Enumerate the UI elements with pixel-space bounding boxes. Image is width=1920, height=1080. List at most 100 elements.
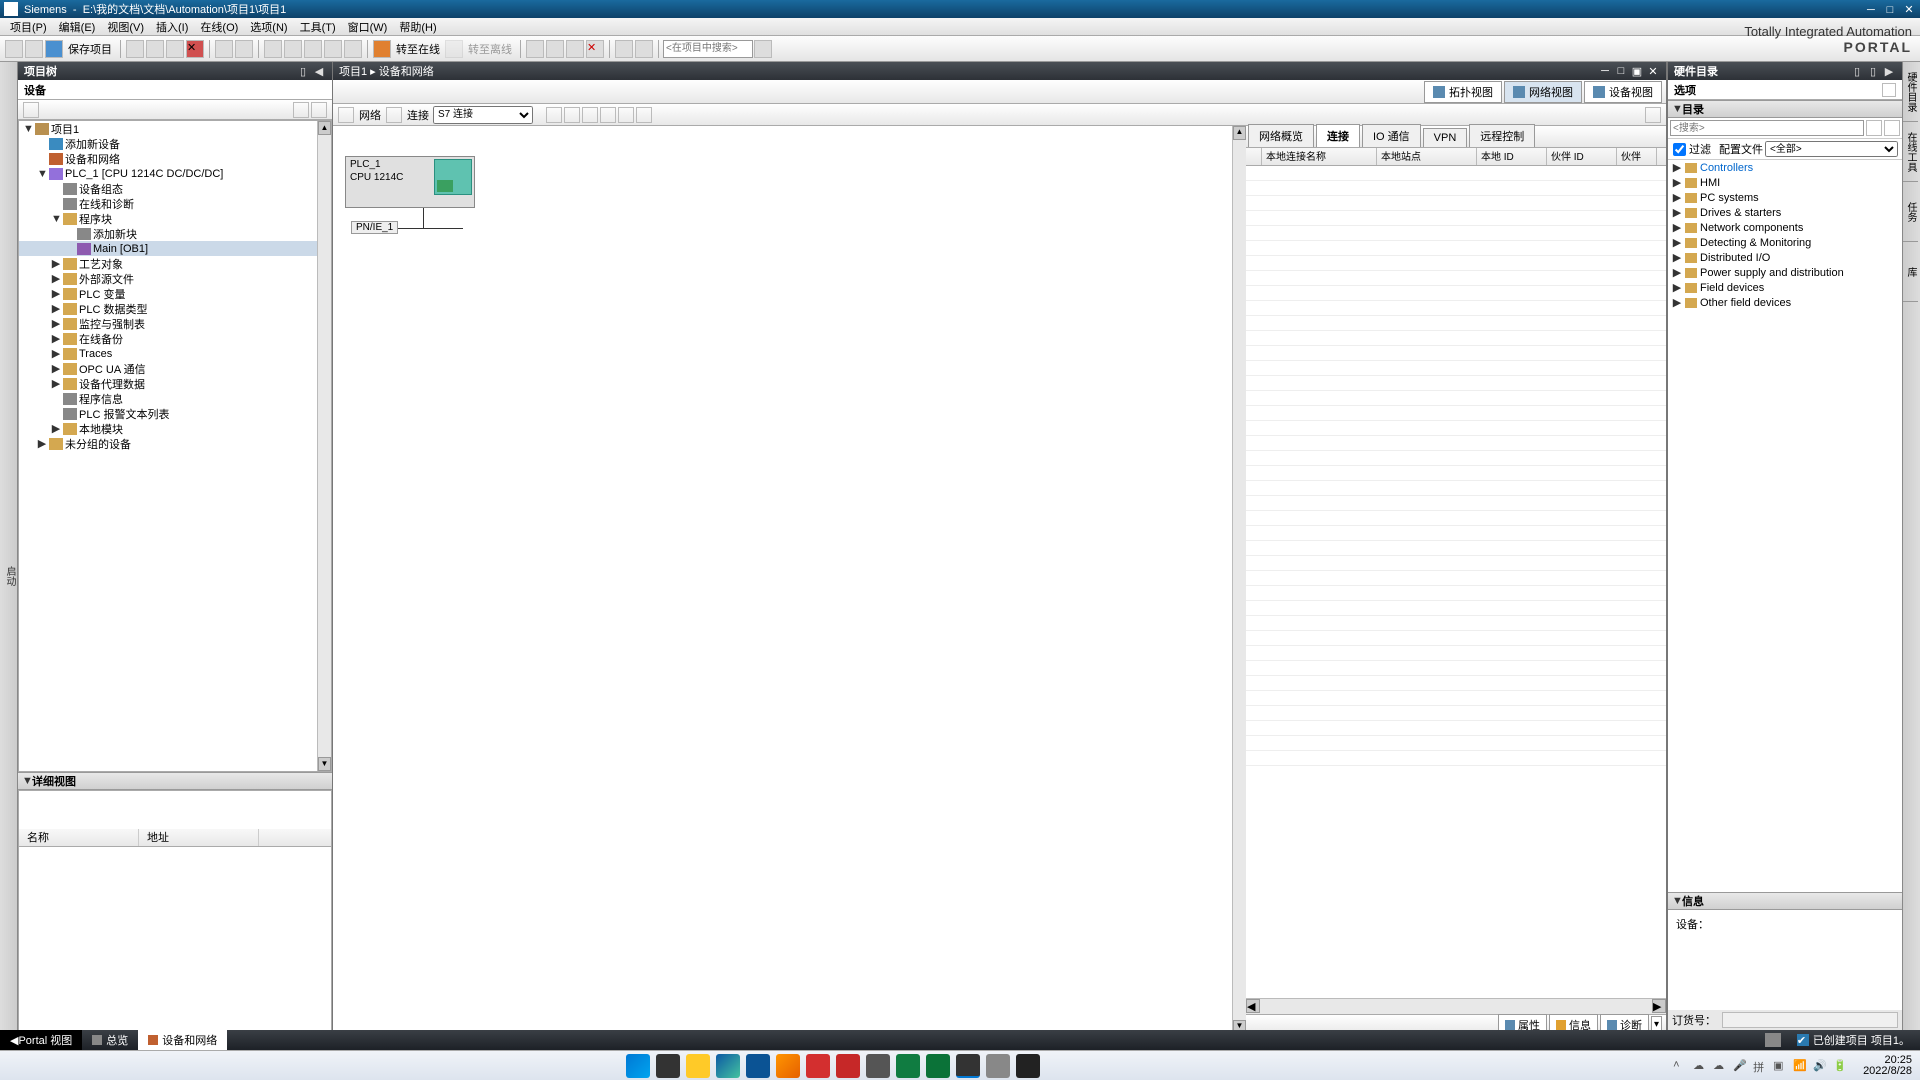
search-go-icon[interactable] (754, 40, 772, 58)
plc-port[interactable] (434, 159, 472, 195)
conn-scroll-right[interactable]: ▶ (1652, 999, 1666, 1013)
tab-vpn[interactable]: VPN (1423, 128, 1468, 147)
tray-mic-icon[interactable]: 🎤 (1733, 1059, 1747, 1073)
info-toggle-icon[interactable]: ▼ (1672, 895, 1682, 907)
new-project-icon[interactable] (5, 40, 23, 58)
split-v-icon[interactable] (635, 40, 653, 58)
edge-tab-hw[interactable]: 硬件目录 (1903, 62, 1918, 122)
taskbar-clock[interactable]: 20:25 2022/8/28 (1855, 1055, 1920, 1077)
save-project-button[interactable]: 保存项目 (64, 41, 116, 57)
start-sim-icon[interactable] (324, 40, 342, 58)
pdf-icon[interactable] (836, 1054, 860, 1078)
conn-col-name[interactable]: 本地连接名称 (1262, 148, 1377, 165)
delete-icon[interactable]: ✕ (186, 40, 204, 58)
project-search-input[interactable] (663, 40, 753, 58)
portal-view-button[interactable]: ◀ Portal 视图 (0, 1030, 82, 1050)
go-online-icon[interactable] (373, 40, 391, 58)
go-online-button[interactable]: 转至在线 (392, 41, 444, 57)
maximize-button[interactable]: □ (1883, 4, 1897, 16)
detail-toggle-icon[interactable]: ▼ (22, 775, 32, 787)
menu-online[interactable]: 在线(O) (194, 19, 244, 35)
net-btn-icon[interactable] (338, 107, 354, 123)
editor-max-icon[interactable]: □ (1614, 65, 1628, 77)
paste-icon[interactable] (166, 40, 184, 58)
plc-device-box[interactable]: PLC_1 CPU 1214C (345, 156, 475, 208)
ctb-icon-2[interactable] (564, 107, 580, 123)
copy-icon[interactable] (146, 40, 164, 58)
close-button[interactable]: ✕ (1902, 3, 1916, 15)
tia-icon[interactable] (956, 1054, 980, 1078)
project-tree[interactable]: ▼项目1 添加新设备 设备和网络 ▼PLC_1 [CPU 1214C DC/DC… (18, 120, 332, 772)
cat-search-btn1-icon[interactable] (1866, 120, 1882, 136)
detail-col-name[interactable]: 名称 (19, 829, 139, 846)
view-device[interactable]: 设备视图 (1584, 81, 1662, 103)
wps-icon[interactable] (806, 1054, 830, 1078)
menu-project[interactable]: 项目(P) (4, 19, 53, 35)
opt-btn-icon[interactable] (1882, 83, 1896, 97)
tb-close-icon[interactable]: ✕ (586, 40, 604, 58)
cat-pin2-icon[interactable]: ▯ (1866, 65, 1880, 77)
go-offline-icon[interactable] (445, 40, 463, 58)
search-icon[interactable] (656, 1054, 680, 1078)
zoom-icon[interactable] (636, 107, 652, 123)
tree-scroll-down[interactable]: ▼ (318, 757, 331, 771)
conn-scroll-left[interactable]: ◀ (1246, 999, 1260, 1013)
net-bus-label[interactable]: PN/IE_1 (351, 221, 398, 234)
tray-bat-icon[interactable]: 🔋 (1833, 1059, 1847, 1073)
tab-io-comm[interactable]: IO 通信 (1362, 124, 1421, 147)
menu-edit[interactable]: 编辑(E) (53, 19, 102, 35)
split-h-icon[interactable] (615, 40, 633, 58)
catalog-search-input[interactable] (1670, 120, 1864, 136)
connections-table-body[interactable] (1246, 166, 1666, 998)
open-project-icon[interactable] (25, 40, 43, 58)
excel2-icon[interactable] (926, 1054, 950, 1078)
network-canvas[interactable]: PLC_1 CPU 1214C PN/IE_1 (333, 126, 1232, 1034)
edge-tab-lib[interactable]: 库 (1903, 242, 1918, 302)
editor-min-icon[interactable]: ─ (1598, 65, 1612, 77)
ctb-icon-3[interactable] (582, 107, 598, 123)
start-icon[interactable] (626, 1054, 650, 1078)
minimize-button[interactable]: ─ (1864, 4, 1878, 16)
tray-onedrive-icon[interactable]: ☁ (1713, 1059, 1727, 1073)
conn-col-partner[interactable]: 伙伴 (1617, 148, 1657, 165)
ctb-icon-5[interactable] (618, 107, 634, 123)
edge-tab-online[interactable]: 在线工具 (1903, 122, 1918, 182)
cat-collapse-icon[interactable]: ▶ (1882, 65, 1896, 77)
detail-col-addr[interactable]: 地址 (139, 829, 259, 846)
panel-pin-icon[interactable]: ▯ (296, 65, 310, 77)
edge-tab-tasks[interactable]: 任务 (1903, 182, 1918, 242)
save-icon[interactable] (45, 40, 63, 58)
tray-up-icon[interactable]: ˄ (1673, 1059, 1687, 1073)
store-icon[interactable] (746, 1054, 770, 1078)
cat-pin-icon[interactable]: ▯ (1850, 65, 1864, 77)
ctb-right-icon[interactable] (1645, 107, 1661, 123)
download-icon[interactable] (264, 40, 282, 58)
tb-icon-3[interactable] (566, 40, 584, 58)
tree-view1-icon[interactable] (293, 102, 309, 118)
calc-icon[interactable] (866, 1054, 890, 1078)
tray-cloud-icon[interactable]: ☁ (1693, 1059, 1707, 1073)
status-area-icon[interactable] (1765, 1033, 1781, 1047)
tree-view2-icon[interactable] (311, 102, 327, 118)
tray-ime-icon[interactable]: 拼 (1753, 1059, 1767, 1073)
record-icon[interactable] (1016, 1054, 1040, 1078)
compile-icon[interactable] (304, 40, 322, 58)
upload-icon[interactable] (284, 40, 302, 58)
tray-wifi-icon[interactable]: 📶 (1793, 1059, 1807, 1073)
tb-icon-1[interactable] (526, 40, 544, 58)
canvas-scroll-up[interactable]: ▲ (1233, 126, 1246, 140)
excel-icon[interactable] (896, 1054, 920, 1078)
tab-remote[interactable]: 远程控制 (1469, 124, 1535, 147)
tree-scroll-up[interactable]: ▲ (318, 121, 331, 135)
undo-icon[interactable] (215, 40, 233, 58)
menu-window[interactable]: 窗口(W) (342, 19, 394, 35)
catalog-tree[interactable]: ▶Controllers ▶HMI ▶PC systems ▶Drives & … (1668, 160, 1902, 892)
view-topology[interactable]: 拓扑视图 (1424, 81, 1502, 103)
menu-options[interactable]: 选项(N) (244, 19, 293, 35)
network-button[interactable]: 网络 (355, 107, 385, 123)
tab-overview[interactable]: 总览 (82, 1030, 138, 1050)
stop-sim-icon[interactable] (344, 40, 362, 58)
tab-net-overview[interactable]: 网络概览 (1248, 124, 1314, 147)
left-edge-tabs[interactable]: 启动 (0, 62, 18, 1050)
tab-connections[interactable]: 连接 (1316, 124, 1360, 147)
